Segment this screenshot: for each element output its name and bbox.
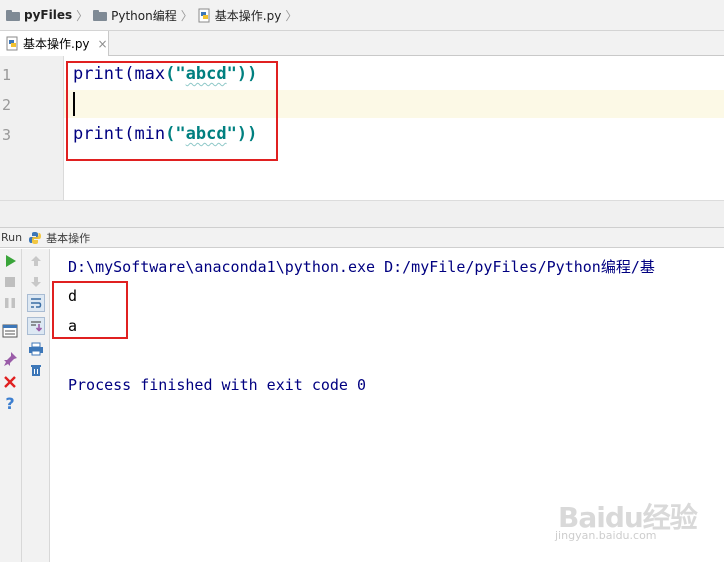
output-highlight-box <box>52 281 128 339</box>
breadcrumb-label: 基本操作.py <box>214 8 282 23</box>
chevron-right-icon: 〉 <box>285 8 298 23</box>
editor-bottom-bar <box>0 200 724 228</box>
close-icon[interactable] <box>1 373 19 391</box>
stop-icon[interactable] <box>1 273 19 291</box>
breadcrumb: pyFiles 〉 Python编程 〉 基本操作.py 〉 <box>0 0 724 31</box>
editor-tab-bar: 基本操作.py × <box>0 31 724 56</box>
scroll-to-end-icon[interactable] <box>27 317 45 335</box>
chevron-right-icon: 〉 <box>76 8 89 23</box>
watermark-site: jingyan.baidu.com <box>555 529 657 542</box>
code-highlight-box <box>66 61 278 161</box>
breadcrumb-label: pyFiles <box>24 8 73 22</box>
line-number: 2 <box>2 96 12 114</box>
breadcrumb-label: Python编程 <box>111 8 177 23</box>
breadcrumb-item-file[interactable]: 基本操作.py <box>198 0 282 30</box>
run-toolbar-primary: ? <box>0 249 22 562</box>
run-panel-label: Run <box>1 231 23 244</box>
print-icon[interactable] <box>27 340 45 358</box>
breadcrumb-item-pyfiles[interactable]: pyFiles <box>6 0 72 30</box>
line-number: 3 <box>2 126 12 144</box>
down-arrow-icon[interactable] <box>27 273 45 291</box>
run-icon[interactable] <box>1 252 19 270</box>
breadcrumb-item-python[interactable]: Python编程 <box>93 0 177 30</box>
code-editor[interactable]: 1 2 3 print(max("abcd")) print(min("abcd… <box>0 56 724 200</box>
python-file-icon <box>6 36 19 51</box>
line-number: 1 <box>2 66 12 84</box>
soft-wrap-icon[interactable] <box>27 294 45 312</box>
folder-icon <box>93 9 108 21</box>
up-arrow-icon[interactable] <box>27 252 45 270</box>
run-panel-header: Run 基本操作 <box>0 228 724 248</box>
run-toolbar-secondary <box>22 249 50 562</box>
pause-icon[interactable] <box>1 294 19 312</box>
svg-text:?: ? <box>5 395 14 411</box>
trash-icon[interactable] <box>27 361 45 379</box>
python-icon <box>28 231 42 245</box>
chevron-right-icon: 〉 <box>180 8 193 23</box>
python-file-icon <box>198 8 211 23</box>
pin-icon[interactable] <box>1 350 19 368</box>
baidu-watermark: Baidu经验 jingyan.baidu.com <box>548 492 698 552</box>
help-icon[interactable]: ? <box>1 394 19 412</box>
close-tab-icon[interactable]: × <box>98 37 108 51</box>
tab-basic-ops[interactable]: 基本操作.py × <box>0 31 109 56</box>
run-config-name[interactable]: 基本操作 <box>46 230 90 246</box>
console-exit-message: Process finished with exit code 0 <box>68 376 367 394</box>
folder-icon <box>6 9 20 21</box>
line-number-gutter: 1 2 3 <box>0 56 64 200</box>
tab-label: 基本操作.py <box>23 37 90 51</box>
console-command-line: D:\mySoftware\anaconda1\python.exe D:/my… <box>68 258 655 276</box>
layout-icon[interactable] <box>1 322 19 340</box>
